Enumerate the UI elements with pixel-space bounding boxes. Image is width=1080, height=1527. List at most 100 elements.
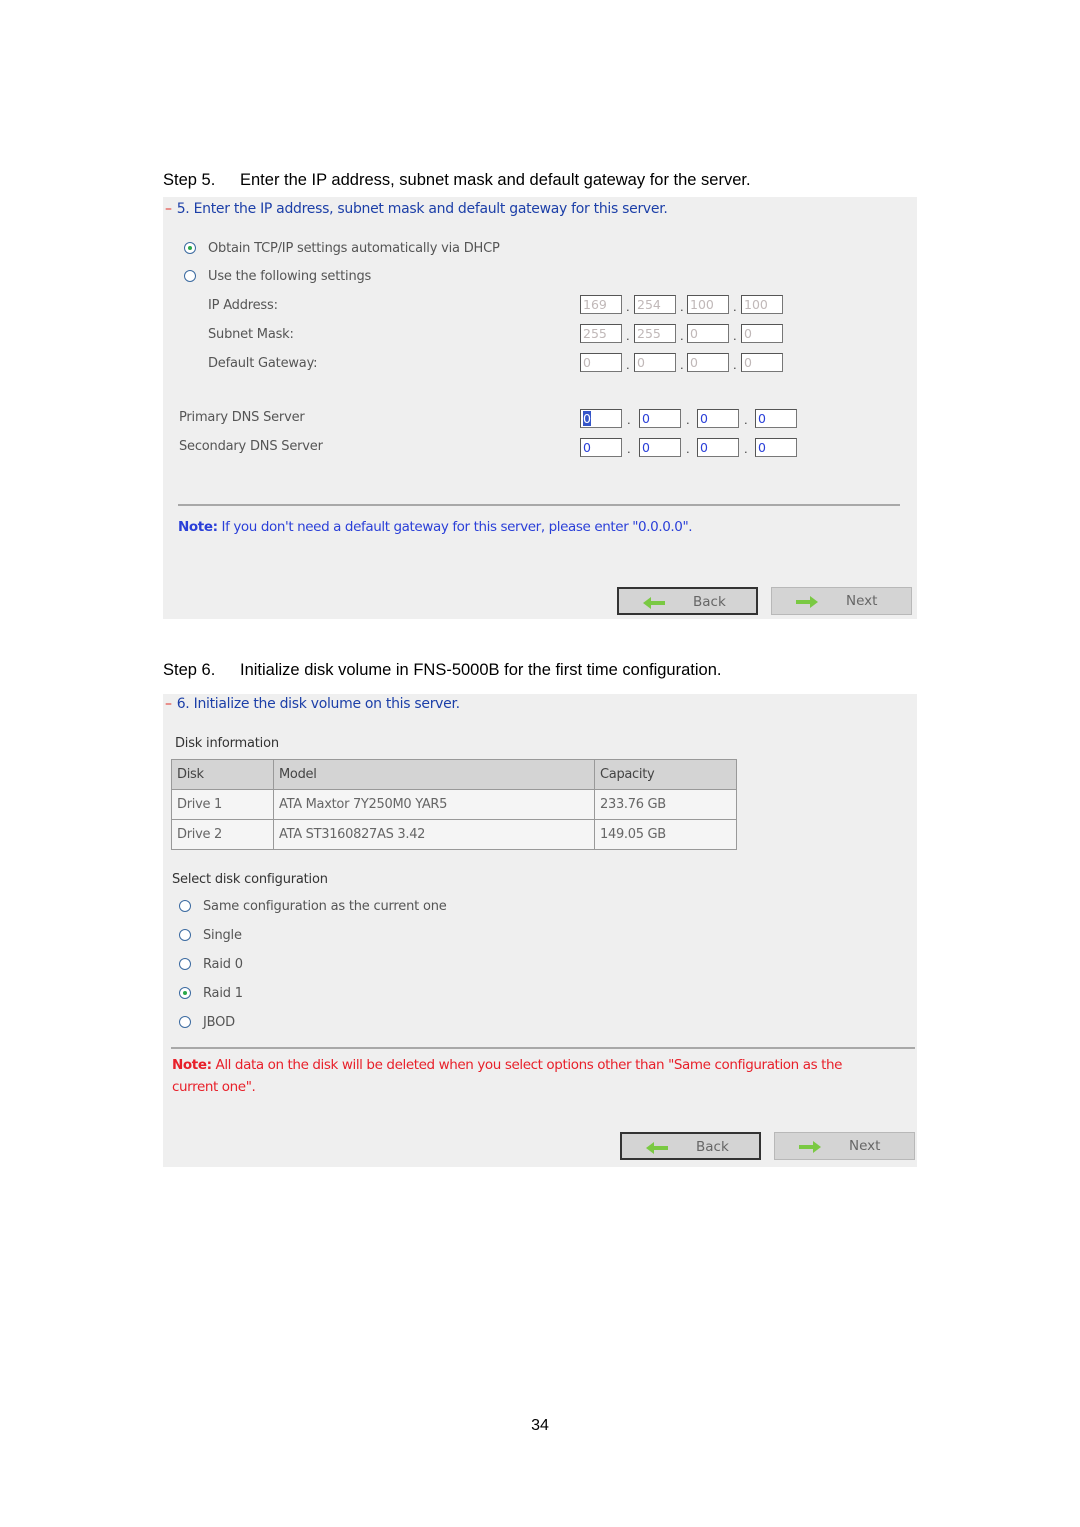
step6-caption: Step 6. Initialize disk volume in FNS-500… [163, 661, 721, 680]
secondary-dns-octet-4[interactable]: 0 [755, 438, 797, 457]
data-loss-note: Note: All data on the disk will be delet… [172, 1057, 842, 1073]
note-label: Note: [172, 1057, 212, 1073]
panel-title-step5: –5. Enter the IP address, subnet mask an… [165, 201, 668, 217]
cell-model: ATA ST3160827AS 3.42 [273, 819, 595, 850]
primary-dns-label: Primary DNS Server [179, 410, 305, 425]
mask-octet-4[interactable]: 0 [741, 324, 783, 343]
next-button[interactable]: Next [771, 587, 912, 615]
primary-dns-octet-1[interactable]: 0 [580, 409, 622, 428]
option-same-config-label: Same configuration as the current one [203, 899, 447, 914]
next-button[interactable]: Next [774, 1132, 915, 1160]
dot-separator: . [680, 328, 684, 343]
dot-separator: . [744, 412, 748, 427]
divider [178, 504, 900, 506]
mask-octet-2[interactable]: 255 [634, 324, 676, 343]
option-single-label: Single [203, 928, 242, 943]
disk-info-label: Disk information [175, 736, 279, 751]
note-text-line1: All data on the disk will be deleted whe… [215, 1057, 843, 1073]
cell-capacity: 149.05 GB [594, 819, 737, 850]
arrow-left-icon [646, 1142, 668, 1154]
divider [171, 1047, 915, 1049]
cell-disk: Drive 2 [171, 819, 274, 850]
ip-octet-4[interactable]: 100 [741, 295, 783, 314]
gateway-octet-3[interactable]: 0 [687, 353, 729, 372]
dot-separator: . [733, 357, 737, 372]
collapse-icon[interactable]: – [165, 696, 172, 712]
subnet-mask-label: Subnet Mask: [208, 327, 294, 342]
next-label: Next [849, 1138, 881, 1154]
dot-separator: . [680, 357, 684, 372]
dot-separator: . [733, 328, 737, 343]
panel-title-text: 6. Initialize the disk volume on this se… [176, 696, 460, 712]
arrow-right-icon [799, 1141, 821, 1153]
arrow-left-icon [643, 597, 665, 609]
radio-raid0[interactable] [179, 958, 191, 970]
step5-number: Step 5. [163, 171, 216, 189]
collapse-icon[interactable]: – [165, 201, 172, 217]
mask-octet-3[interactable]: 0 [687, 324, 729, 343]
primary-dns-octet-3[interactable]: 0 [697, 409, 739, 428]
dot-separator: . [686, 441, 690, 456]
gateway-note: Note: If you don't need a default gatewa… [178, 519, 693, 535]
column-header-disk: Disk [171, 759, 274, 790]
mask-octet-1[interactable]: 255 [580, 324, 622, 343]
default-gateway-label: Default Gateway: [208, 356, 318, 371]
back-button[interactable]: Back [620, 1132, 761, 1160]
gateway-octet-4[interactable]: 0 [741, 353, 783, 372]
option-raid1-label: Raid 1 [203, 986, 243, 1001]
radio-same-config[interactable] [179, 900, 191, 912]
ip-octet-2[interactable]: 254 [634, 295, 676, 314]
radio-manual[interactable] [184, 270, 196, 282]
cell-capacity: 233.76 GB [594, 789, 737, 820]
dot-separator: . [626, 299, 630, 314]
dot-separator: . [686, 412, 690, 427]
secondary-dns-octet-2[interactable]: 0 [639, 438, 681, 457]
dot-separator: . [680, 299, 684, 314]
step6-caption-text: Initialize disk volume in FNS-5000B for … [240, 661, 722, 679]
gateway-octet-1[interactable]: 0 [580, 353, 622, 372]
dot-separator: . [744, 441, 748, 456]
dot-separator: . [626, 357, 630, 372]
arrow-right-icon [796, 596, 818, 608]
ip-address-label: IP Address: [208, 298, 278, 313]
table-row: Drive 1 ATA Maxtor 7Y250M0 YAR5 233.76 G… [171, 789, 737, 820]
secondary-dns-octet-3[interactable]: 0 [697, 438, 739, 457]
disk-info-table: Disk Model Capacity Drive 1 ATA Maxtor 7… [171, 759, 737, 850]
panel-title-text: 5. Enter the IP address, subnet mask and… [176, 201, 668, 217]
column-header-capacity: Capacity [594, 759, 737, 790]
data-loss-note-line2: current one". [172, 1079, 256, 1095]
cell-disk: Drive 1 [171, 789, 274, 820]
note-label: Note: [178, 519, 218, 535]
ip-octet-3[interactable]: 100 [687, 295, 729, 314]
selected-text: 0 [583, 411, 591, 426]
primary-dns-octet-4[interactable]: 0 [755, 409, 797, 428]
select-config-label: Select disk configuration [172, 872, 328, 887]
radio-manual-label: Use the following settings [208, 269, 372, 284]
back-label: Back [693, 594, 726, 610]
page-number: 34 [531, 1417, 549, 1434]
note-text: If you don't need a default gateway for … [221, 519, 693, 535]
radio-single[interactable] [179, 929, 191, 941]
option-raid0-label: Raid 0 [203, 957, 243, 972]
network-settings-panel: –5. Enter the IP address, subnet mask an… [163, 197, 917, 619]
cell-model: ATA Maxtor 7Y250M0 YAR5 [273, 789, 595, 820]
back-button[interactable]: Back [617, 587, 758, 615]
dot-separator: . [627, 412, 631, 427]
radio-dhcp-label: Obtain TCP/IP settings automatically via… [208, 241, 500, 256]
radio-raid1[interactable] [179, 987, 191, 999]
disk-volume-panel: –6. Initialize the disk volume on this s… [163, 694, 917, 1167]
next-label: Next [846, 593, 878, 609]
dot-separator: . [733, 299, 737, 314]
column-header-model: Model [273, 759, 595, 790]
step6-number: Step 6. [163, 661, 216, 679]
option-jbod-label: JBOD [203, 1015, 235, 1030]
radio-jbod[interactable] [179, 1016, 191, 1028]
ip-octet-1[interactable]: 169 [580, 295, 622, 314]
back-label: Back [696, 1139, 729, 1155]
radio-dhcp[interactable] [184, 242, 196, 254]
primary-dns-octet-2[interactable]: 0 [639, 409, 681, 428]
secondary-dns-octet-1[interactable]: 0 [580, 438, 622, 457]
table-row: Drive 2 ATA ST3160827AS 3.42 149.05 GB [171, 819, 737, 850]
panel-title-step6: –6. Initialize the disk volume on this s… [165, 696, 460, 712]
gateway-octet-2[interactable]: 0 [634, 353, 676, 372]
